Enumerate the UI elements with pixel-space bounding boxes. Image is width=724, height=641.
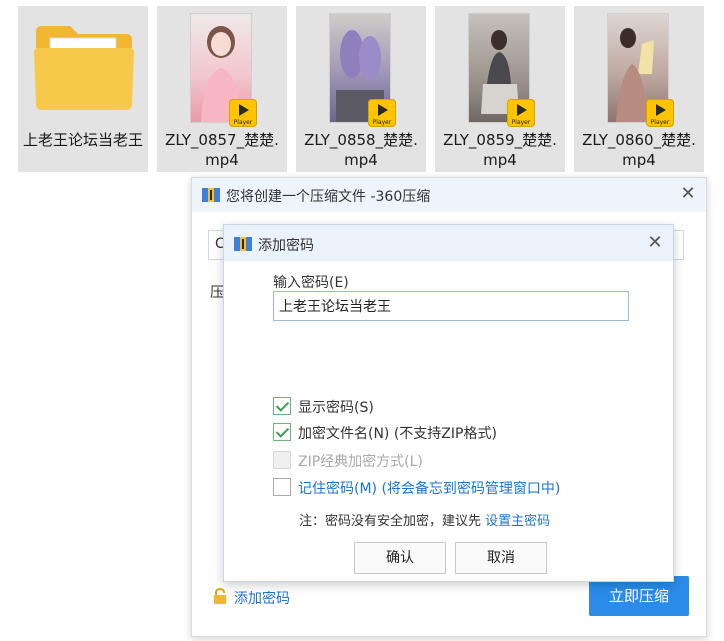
close-icon[interactable]: ✕	[645, 233, 665, 253]
video-item[interactable]: Player ZLY_0858_楚楚.mp4	[296, 6, 426, 172]
file-name: ZLY_0857_楚楚.mp4	[165, 131, 279, 169]
dialog-title-bar[interactable]: 添加密码 ✕	[224, 225, 673, 261]
password-input-label: 输入密码(E)	[273, 275, 349, 291]
set-master-password-link[interactable]: 设置主密码	[485, 514, 550, 529]
video-item[interactable]: Player ZLY_0859_楚楚.mp4	[435, 6, 565, 172]
folder-icon	[34, 26, 134, 110]
add-password-label: 添加密码	[234, 591, 290, 607]
video-item[interactable]: Player ZLY_0860_楚楚.mp4	[574, 6, 704, 172]
file-name: ZLY_0860_楚楚.mp4	[582, 131, 696, 169]
player-icon: Player	[646, 99, 674, 127]
encrypt-filenames-checkbox[interactable]	[273, 423, 291, 441]
option-label: 加密文件名(N) (不支持ZIP格式)	[298, 426, 497, 442]
option-label: 记住密码(M) (将会备忘到密码管理窗口中)	[298, 481, 561, 497]
file-name: ZLY_0858_楚楚.mp4	[304, 131, 418, 169]
option-label: 显示密码(S)	[298, 400, 374, 416]
security-note: 注：密码没有安全加密，建议先 设置主密码	[299, 510, 550, 529]
lock-icon	[214, 588, 226, 604]
remember-password-checkbox[interactable]	[273, 478, 291, 496]
archive-app-icon	[202, 188, 220, 202]
player-icon: Player	[368, 99, 396, 127]
video-item[interactable]: Player ZLY_0857_楚楚.mp4	[157, 6, 287, 172]
folder-item[interactable]: 上老王论坛当老王	[18, 6, 148, 172]
show-password-checkbox[interactable]	[273, 397, 291, 415]
confirm-button[interactable]: 确认	[354, 542, 446, 574]
dialog-title: 您将创建一个压缩文件 -360压缩	[226, 189, 431, 205]
note-text: 注：密码没有安全加密，建议先	[299, 514, 482, 529]
compression-label: 压	[210, 285, 224, 301]
file-name: 上老王论坛当老王	[22, 131, 143, 149]
cancel-button[interactable]: 取消	[455, 542, 547, 574]
option-label: ZIP经典加密方式(L)	[298, 454, 423, 470]
file-name: ZLY_0859_楚楚.mp4	[443, 131, 557, 169]
archive-app-icon	[234, 237, 252, 251]
player-icon: Player	[229, 99, 257, 127]
dialog-title-bar[interactable]: 您将创建一个压缩文件 -360压缩 ✕	[192, 178, 706, 212]
add-password-dialog: 添加密码 ✕ 输入密码(E) 显示密码(S) 加密文件名(N) (不支持ZIP格…	[223, 224, 674, 582]
dialog-title: 添加密码	[258, 238, 314, 254]
close-icon[interactable]: ✕	[678, 184, 698, 204]
add-password-link[interactable]: 添加密码	[212, 588, 290, 608]
zip-classic-checkbox	[273, 451, 291, 469]
compress-now-button[interactable]: 立即压缩	[589, 576, 689, 616]
password-input[interactable]	[273, 291, 629, 321]
player-icon: Player	[507, 99, 535, 127]
